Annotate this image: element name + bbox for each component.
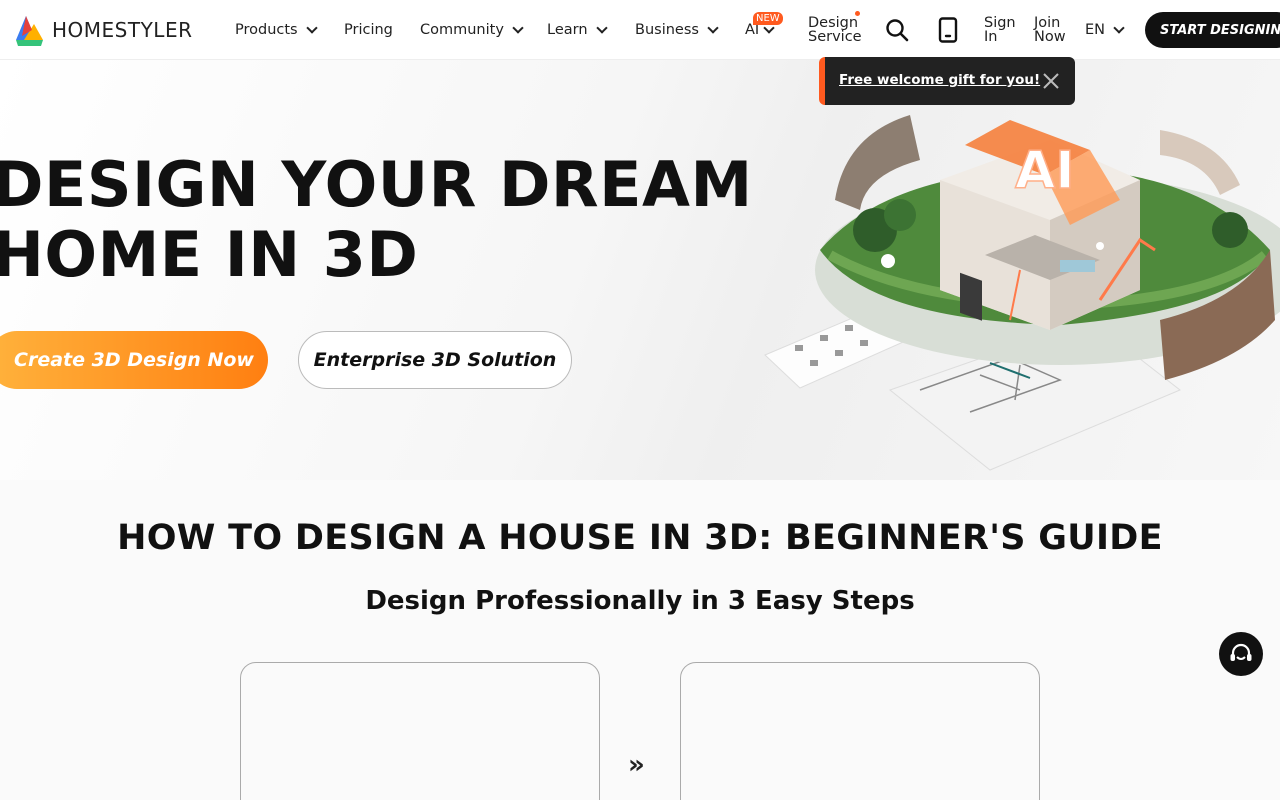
- chevron-down-icon: [305, 21, 318, 34]
- nav-products-label: Products: [235, 22, 298, 38]
- guide-title: HOW TO DESIGN A HOUSE IN 3D: BEGINNER'S …: [117, 518, 1163, 558]
- double-chevron-right-icon: »: [628, 750, 645, 780]
- house-3d-illustration: AI: [764, 115, 1280, 471]
- nav-business[interactable]: Business: [635, 0, 719, 60]
- nav-products[interactable]: Products: [235, 0, 318, 60]
- new-badge: NEW: [753, 12, 783, 25]
- nav-learn-label: Learn: [547, 22, 588, 38]
- sign-in-link[interactable]: Sign In: [984, 0, 1016, 60]
- homestyler-logo[interactable]: HOMESTYLER: [14, 14, 192, 46]
- search-icon: [886, 19, 909, 42]
- chevron-down-icon: [1113, 21, 1125, 34]
- nav-community[interactable]: Community: [420, 0, 524, 60]
- join-now-line1: Join: [1034, 15, 1061, 31]
- nav-learn[interactable]: Learn: [547, 0, 608, 60]
- sign-in-line2: In: [984, 29, 998, 45]
- nav-community-label: Community: [420, 22, 504, 38]
- create-3d-design-button[interactable]: Create 3D Design Now: [0, 331, 268, 389]
- hero-title-line2: HOME IN 3D: [0, 218, 419, 291]
- top-navigation-bar: HOMESTYLER Products Pricing Community Le…: [0, 0, 1280, 60]
- hero-title-line1: DESIGN YOUR DREAM: [0, 148, 753, 221]
- enterprise-3d-solution-button[interactable]: Enterprise 3D Solution: [298, 331, 572, 389]
- logo-mark-icon: [16, 16, 43, 46]
- brand-name: HOMESTYLER: [52, 18, 193, 42]
- create-3d-design-label: Create 3D Design Now: [14, 349, 254, 371]
- mobile-app-button[interactable]: [933, 15, 963, 45]
- start-designing-button[interactable]: START DESIGNING: [1145, 12, 1280, 48]
- welcome-gift-tooltip: Free welcome gift for you!: [819, 57, 1075, 105]
- customer-support-button[interactable]: [1219, 632, 1263, 676]
- chevron-down-icon: [512, 21, 524, 34]
- mobile-icon: [938, 17, 958, 43]
- notification-dot: [855, 11, 860, 16]
- nav-design-service-line1: Design: [808, 15, 859, 31]
- nav-design-service[interactable]: Design Service: [808, 0, 862, 60]
- nav-business-label: Business: [635, 22, 699, 38]
- ai-sign-label: AI: [1015, 141, 1075, 201]
- hero-title: DESIGN YOUR DREAM HOME IN 3D: [0, 150, 753, 290]
- language-selector[interactable]: EN: [1085, 0, 1125, 60]
- guide-subtitle: Design Professionally in 3 Easy Steps: [365, 586, 915, 616]
- welcome-gift-link[interactable]: Free welcome gift for you!: [839, 72, 1040, 88]
- start-designing-label: START DESIGNING: [1160, 22, 1280, 38]
- nav-pricing[interactable]: Pricing: [344, 0, 393, 60]
- nav-pricing-label: Pricing: [344, 22, 393, 38]
- language-label: EN: [1085, 22, 1106, 38]
- chevron-down-icon: [595, 21, 608, 34]
- headset-icon: [1230, 643, 1252, 661]
- hero-section: DESIGN YOUR DREAM HOME IN 3D Create 3D D…: [0, 60, 1280, 480]
- join-now-line2: Now: [1034, 29, 1066, 45]
- nav-design-service-line2: Service: [808, 29, 862, 45]
- enterprise-3d-solution-label: Enterprise 3D Solution: [313, 349, 557, 371]
- nav-ai[interactable]: AI NEW: [745, 0, 783, 60]
- close-icon[interactable]: [1041, 71, 1061, 91]
- sign-in-line1: Sign: [984, 15, 1016, 31]
- step-card-1: [240, 662, 600, 800]
- search-button[interactable]: [882, 15, 912, 45]
- chevron-down-icon: [707, 21, 719, 34]
- join-now-link[interactable]: Join Now: [1034, 0, 1066, 60]
- step-card-2: [680, 662, 1040, 800]
